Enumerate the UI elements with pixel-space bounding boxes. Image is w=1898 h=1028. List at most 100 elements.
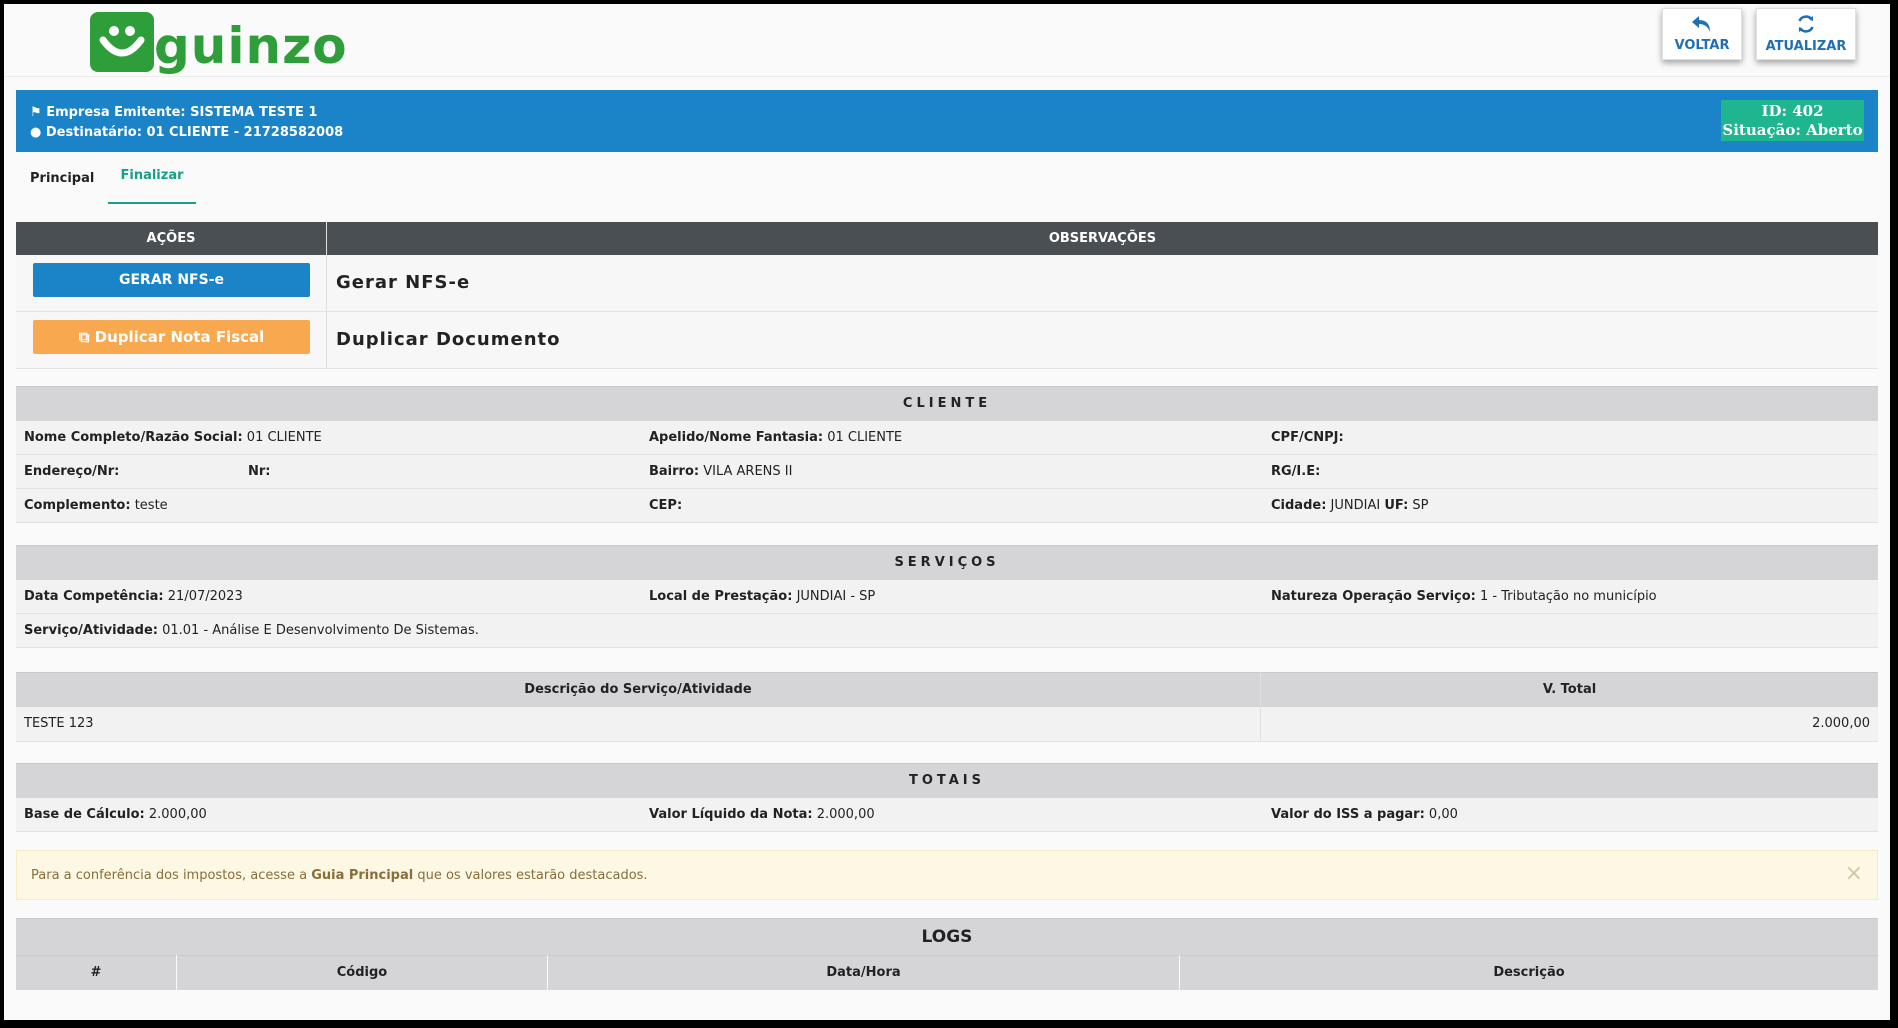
services-title: SERVIÇOS xyxy=(16,545,1878,580)
logs-col-code: Código xyxy=(177,955,547,990)
tab-principal[interactable]: Principal xyxy=(30,156,94,202)
total-base: Base de Cálculo: 2.000,00 xyxy=(24,798,207,831)
client-bairro: Bairro: VILA ARENS II xyxy=(649,455,792,488)
document-status: Situação: Aberto xyxy=(1722,121,1863,139)
client-uf-label: UF: xyxy=(1384,498,1409,513)
top-bar: guinzo VOLTAR ATUALIZAR xyxy=(4,4,1890,77)
client-city-value: JUNDIAI xyxy=(1330,498,1381,513)
tag-icon: ⚑ xyxy=(30,105,42,120)
client-row-3: Complemento: teste CEP: Cidade: JUNDIAI … xyxy=(16,489,1878,523)
user-icon: ● xyxy=(30,125,42,140)
refresh-button[interactable]: ATUALIZAR xyxy=(1756,8,1856,60)
total-net-value: 2.000,00 xyxy=(816,807,875,822)
service-nature: Natureza Operação Serviço: 1 - Tributaçã… xyxy=(1271,580,1657,613)
back-button[interactable]: VOLTAR xyxy=(1662,8,1742,60)
document-info-bar: ⚑ Empresa Emitente: SISTEMA TESTE 1 ● De… xyxy=(16,90,1878,152)
undo-arrow-icon xyxy=(1691,15,1713,36)
logs-title: LOGS xyxy=(16,918,1878,955)
total-base-value: 2.000,00 xyxy=(148,807,207,822)
client-rg: RG/I.E: xyxy=(1271,455,1320,488)
client-bairro-value: VILA ARENS II xyxy=(703,464,793,479)
column-divider xyxy=(326,222,327,368)
client-nickname-label: Apelido/Nome Fantasia: xyxy=(649,430,824,445)
logs-col-description: Descrição xyxy=(1180,955,1878,990)
app-window: guinzo VOLTAR ATUALIZAR ⚑ Empresa Emiten… xyxy=(4,4,1890,1020)
smile-logo-icon xyxy=(90,12,154,72)
info-alert: Para a conferência dos impostos, acesse … xyxy=(16,850,1878,900)
client-uf-value: SP xyxy=(1412,498,1429,513)
close-icon[interactable]: × xyxy=(1845,861,1863,886)
tab-finalizar[interactable]: Finalizar xyxy=(108,156,196,204)
client-section: CLIENTE Nome Completo/Razão Social: 01 C… xyxy=(16,386,1878,528)
total-net: Valor Líquido da Nota: 2.000,00 xyxy=(649,798,875,831)
alert-text-start: Para a conferência dos impostos, acesse … xyxy=(31,868,312,883)
client-cep-label: CEP: xyxy=(649,498,683,513)
client-nr: Nr: xyxy=(248,455,271,488)
action-row-generate: GERAR NFS-e Gerar NFS-e xyxy=(16,255,1878,312)
issuer-line: ⚑ Empresa Emitente: SISTEMA TESTE 1 xyxy=(30,105,317,120)
status-badge: ID: 402 Situação: Aberto xyxy=(1721,100,1864,141)
service-nature-label: Natureza Operação Serviço: xyxy=(1271,589,1476,604)
alert-guide-link[interactable]: Guia Principal xyxy=(311,868,413,883)
back-label: VOLTAR xyxy=(1674,38,1730,53)
observations-header: OBSERVAÇÕES xyxy=(327,222,1878,255)
client-complement-value: teste xyxy=(134,498,168,513)
client-nr-label: Nr: xyxy=(248,464,271,479)
total-iss-value: 0,00 xyxy=(1428,807,1458,822)
item-total: 2.000,00 xyxy=(1812,716,1870,731)
recipient-label: Destinatário: xyxy=(45,125,142,140)
alert-text-end: que os valores estarão destacados. xyxy=(413,868,648,883)
refresh-icon xyxy=(1796,14,1816,37)
service-nature-value: 1 - Tributação no município xyxy=(1480,589,1657,604)
issuer-value: SISTEMA TESTE 1 xyxy=(190,105,318,120)
client-bairro-label: Bairro: xyxy=(649,464,700,479)
copy-icon: ⧉ xyxy=(78,328,90,346)
tab-bar: Principal Finalizar xyxy=(16,156,1878,204)
logo: guinzo xyxy=(90,8,348,72)
service-location: Local de Prestação: JUNDIAI - SP xyxy=(649,580,875,613)
refresh-label: ATUALIZAR xyxy=(1765,39,1847,54)
actions-table: AÇÕES OBSERVAÇÕES GERAR NFS-e Gerar NFS-… xyxy=(16,222,1878,369)
items-desc-header: Descrição do Serviço/Atividade xyxy=(16,672,1260,707)
client-name-label: Nome Completo/Razão Social: xyxy=(24,430,243,445)
client-cep: CEP: xyxy=(649,489,682,522)
logo-text: guinzo xyxy=(154,17,348,75)
totals-row: Base de Cálculo: 2.000,00 Valor Líquido … xyxy=(16,798,1878,832)
service-activity-value: 01.01 - Análise E Desenvolvimento De Sis… xyxy=(162,623,479,638)
items-table: Descrição do Serviço/Atividade V. Total … xyxy=(16,672,1878,744)
client-title: CLIENTE xyxy=(16,386,1878,421)
table-row: TESTE 123 2.000,00 xyxy=(16,707,1878,742)
client-row-1: Nome Completo/Razão Social: 01 CLIENTE A… xyxy=(16,421,1878,455)
duplicate-observation: Duplicar Documento xyxy=(336,329,561,350)
total-base-label: Base de Cálculo: xyxy=(24,807,145,822)
generate-nfse-button[interactable]: GERAR NFS-e xyxy=(33,263,310,297)
client-cpf: CPF/CNPJ: xyxy=(1271,421,1344,454)
duplicate-invoice-button[interactable]: ⧉ Duplicar Nota Fiscal xyxy=(33,320,310,354)
document-id: ID: 402 xyxy=(1761,102,1824,120)
alert-message: Para a conferência dos impostos, acesse … xyxy=(31,868,648,883)
service-date: Data Competência: 21/07/2023 xyxy=(24,580,243,613)
service-location-value: JUNDIAI - SP xyxy=(796,589,876,604)
logs-table: LOGS # Código Data/Hora Descrição xyxy=(16,918,1878,998)
client-city: Cidade: JUNDIAI UF: SP xyxy=(1271,489,1429,522)
issuer-label: Empresa Emitente: xyxy=(46,105,186,120)
item-description: TESTE 123 xyxy=(24,716,94,731)
client-row-2: Endereço/Nr: Nr: Bairro: VILA ARENS II R… xyxy=(16,455,1878,489)
client-complement-label: Complemento: xyxy=(24,498,131,513)
total-iss-label: Valor do ISS a pagar: xyxy=(1271,807,1425,822)
total-iss: Valor do ISS a pagar: 0,00 xyxy=(1271,798,1458,831)
actions-header: AÇÕES xyxy=(16,222,326,255)
client-city-label: Cidade: xyxy=(1271,498,1327,513)
column-divider xyxy=(1260,672,1261,741)
logs-col-number: # xyxy=(16,955,176,990)
client-cpf-label: CPF/CNPJ: xyxy=(1271,430,1344,445)
duplicate-button-label: Duplicar Nota Fiscal xyxy=(94,328,265,346)
action-row-duplicate: ⧉ Duplicar Nota Fiscal Duplicar Document… xyxy=(16,312,1878,369)
recipient-line: ● Destinatário: 01 CLIENTE - 21728582008 xyxy=(30,125,343,140)
services-row-1: Data Competência: 21/07/2023 Local de Pr… xyxy=(16,580,1878,614)
client-rg-label: RG/I.E: xyxy=(1271,464,1321,479)
client-nickname-value: 01 CLIENTE xyxy=(827,430,903,445)
service-date-value: 21/07/2023 xyxy=(167,589,243,604)
client-name: Nome Completo/Razão Social: 01 CLIENTE xyxy=(24,421,322,454)
total-net-label: Valor Líquido da Nota: xyxy=(649,807,813,822)
